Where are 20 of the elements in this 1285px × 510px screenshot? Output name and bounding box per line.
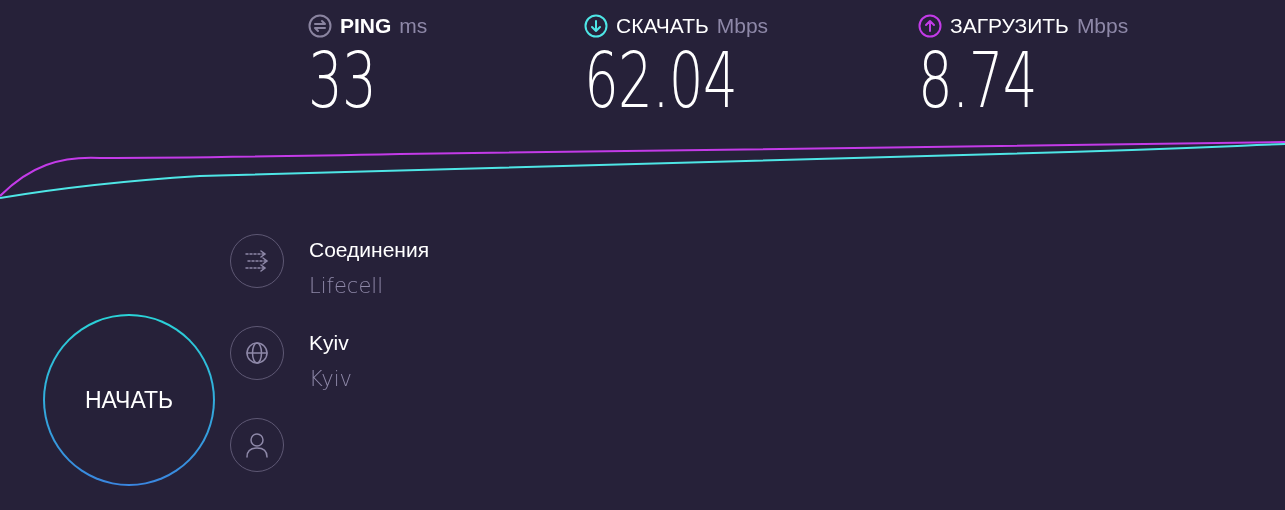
- start-button[interactable]: НАЧАТЬ: [43, 314, 215, 486]
- metric-label: ЗАГРУЗИТЬ: [950, 14, 1069, 38]
- info-subtitle: Kyiv: [309, 367, 353, 391]
- info-title: Kyiv: [309, 331, 350, 355]
- metric-label: PING: [340, 14, 392, 38]
- metric-value: 62.04: [584, 38, 738, 124]
- metric-value: 33: [308, 38, 377, 124]
- metric-label: СКАЧАТЬ: [616, 14, 709, 38]
- ping-icon: [308, 14, 332, 38]
- upload-icon: [918, 14, 942, 38]
- metric-unit: Mbps: [716, 14, 769, 38]
- info-subtitle: Lifecell: [309, 274, 384, 298]
- user-icon: [245, 432, 269, 458]
- download-icon: [584, 14, 608, 38]
- metric-unit: Mbps: [1076, 14, 1129, 38]
- globe-icon: [245, 341, 269, 365]
- metric-value: 8.74: [918, 38, 1037, 124]
- info-title: Соединения: [309, 238, 430, 262]
- arrows-icon: [244, 250, 270, 272]
- metric-unit: ms: [399, 14, 428, 38]
